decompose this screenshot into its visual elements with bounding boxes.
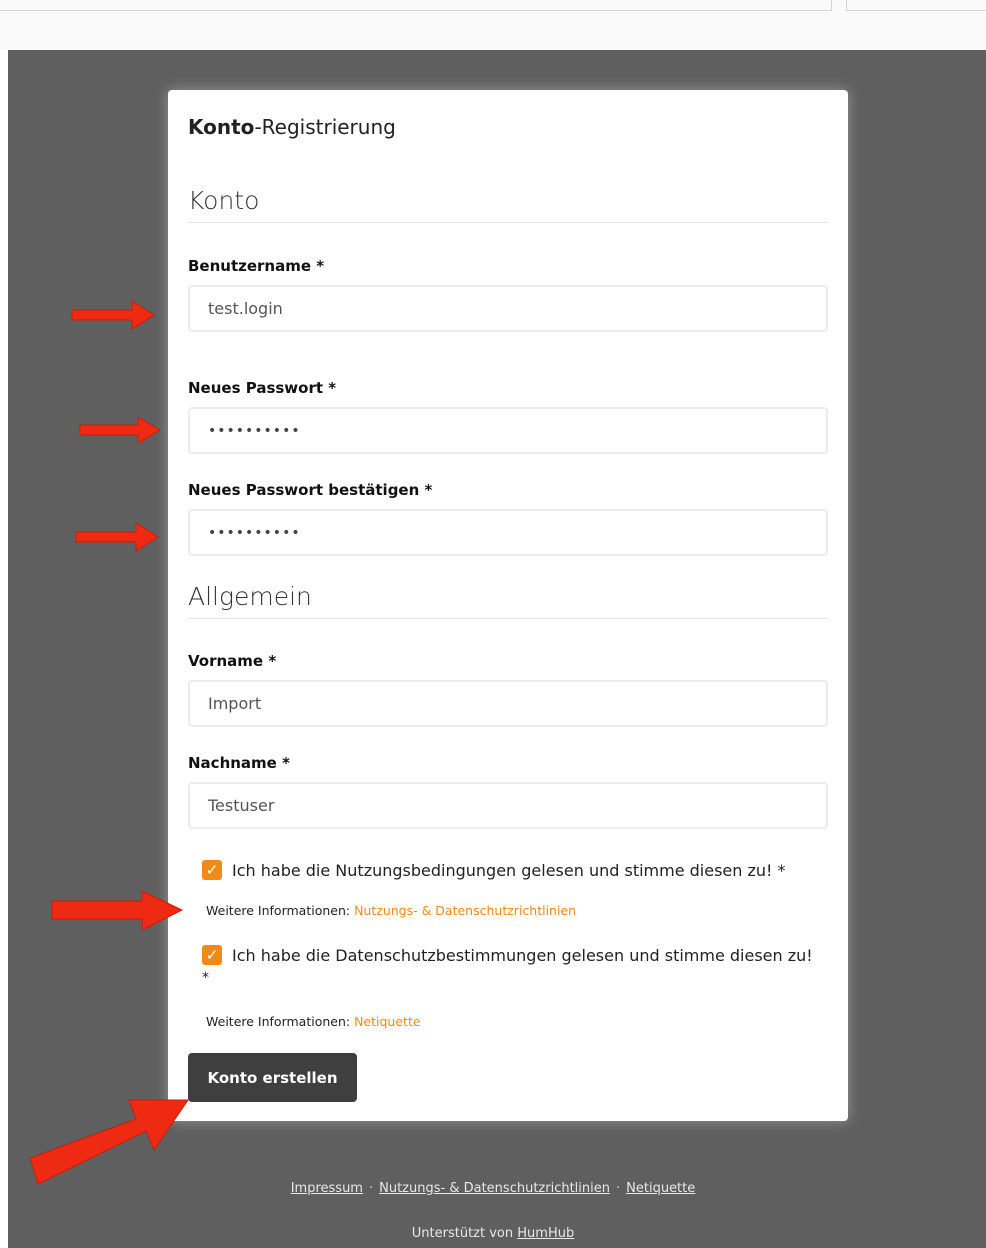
terms-checkbox-label: Ich habe die Nutzungsbedingungen gelesen… <box>232 860 786 880</box>
section-heading-general: Allgemein <box>188 582 828 619</box>
firstname-label: Vorname * <box>188 652 277 670</box>
privacy-checkbox[interactable]: ✓ <box>202 945 222 965</box>
footer-powered-by: Unterstützt von HumHub <box>411 1226 575 1241</box>
privacy-info-link[interactable]: Netiquette <box>354 1014 420 1029</box>
panel-title: Konto-Registrierung <box>188 115 396 139</box>
red-arrow-icon <box>29 1099 189 1185</box>
footer-link-netiquette[interactable]: Netiquette <box>626 1181 695 1196</box>
password-label: Neues Passwort * <box>188 379 337 397</box>
privacy-more-info: Weitere Informationen: Netiquette <box>206 1014 421 1029</box>
footer-link-humhub[interactable]: HumHub <box>517 1226 574 1241</box>
footer-link-impressum[interactable]: Impressum <box>291 1181 363 1196</box>
create-account-button[interactable]: Konto erstellen <box>188 1053 357 1102</box>
password-confirm-input[interactable]: •••••••••• <box>188 509 828 556</box>
section-heading-account: Konto <box>188 186 828 223</box>
top-field-divider <box>831 0 832 11</box>
top-field-border <box>0 10 832 11</box>
registration-panel: Konto-Registrierung Konto Benutzername *… <box>168 90 848 1121</box>
username-label: Benutzername * <box>188 257 325 275</box>
password-confirm-label: Neues Passwort bestätigen * <box>188 481 433 499</box>
red-arrow-icon <box>75 522 159 552</box>
privacy-checkbox-row[interactable]: ✓ Ich habe die Datenschutzbestimmungen g… <box>202 945 813 965</box>
red-arrow-icon <box>71 300 155 330</box>
terms-info-link[interactable]: Nutzungs- & Datenschutzrichtlinien <box>354 903 576 918</box>
browser-top-strip <box>0 0 986 50</box>
red-arrow-icon <box>79 416 161 444</box>
privacy-checkbox-label: Ich habe die Datenschutzbestimmungen gel… <box>232 945 813 965</box>
lastname-input[interactable]: Testuser <box>188 782 828 829</box>
terms-checkbox-row[interactable]: ✓ Ich habe die Nutzungsbedingungen geles… <box>202 860 786 880</box>
firstname-input[interactable]: Import <box>188 680 828 727</box>
footer-link-policies[interactable]: Nutzungs- & Datenschutzrichtlinien <box>379 1181 610 1196</box>
lastname-label: Nachname * <box>188 754 290 772</box>
terms-more-info: Weitere Informationen: Nutzungs- & Daten… <box>206 903 577 918</box>
username-input[interactable]: test.login <box>188 285 828 332</box>
red-arrow-icon <box>51 890 184 931</box>
privacy-required-star: * <box>202 970 209 986</box>
password-input[interactable]: •••••••••• <box>188 407 828 454</box>
terms-checkbox[interactable]: ✓ <box>202 860 222 880</box>
top-field-border <box>846 10 986 11</box>
